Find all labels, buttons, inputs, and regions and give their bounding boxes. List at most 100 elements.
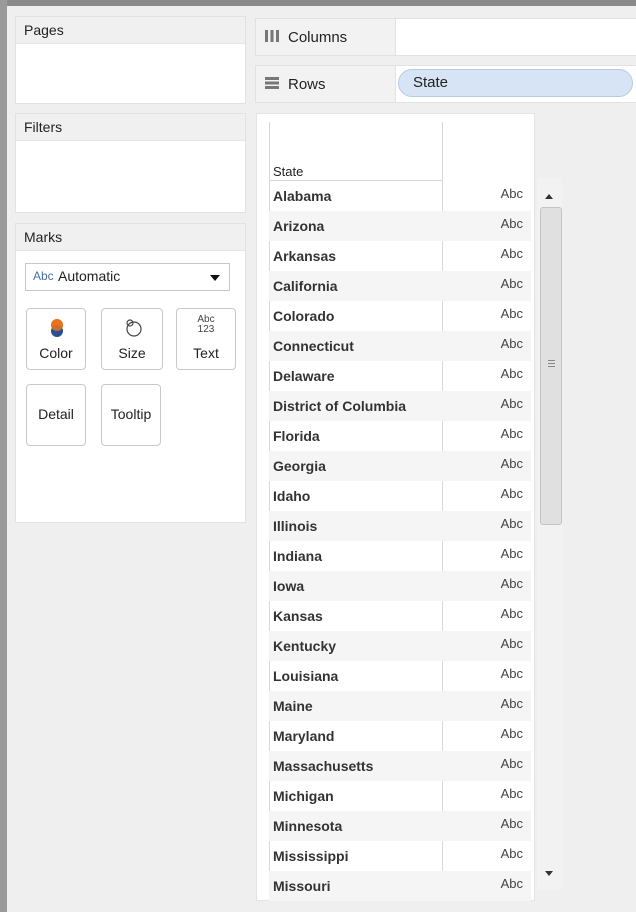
- row-value: Abc: [500, 486, 523, 501]
- marks-card: Marks Abc Automatic Color Size Abc 123 T…: [15, 223, 246, 523]
- table-row[interactable]: Colorado Abc: [269, 301, 531, 331]
- rows-shelf[interactable]: Rows State: [255, 65, 636, 103]
- detail-button[interactable]: Detail: [26, 384, 86, 446]
- state-name: Idaho: [273, 488, 311, 504]
- state-name: Illinois: [273, 518, 318, 534]
- scroll-down-arrow-icon[interactable]: [545, 871, 553, 876]
- row-value: Abc: [500, 186, 523, 201]
- table-row[interactable]: Maine Abc: [269, 691, 531, 721]
- state-name: Mississippi: [273, 848, 349, 864]
- columns-shelf[interactable]: Columns: [255, 18, 636, 56]
- state-name: Minnesota: [273, 818, 343, 834]
- text-button[interactable]: Abc 123 Text: [176, 308, 236, 370]
- row-value: Abc: [500, 696, 523, 711]
- color-button-label: Color: [39, 345, 73, 361]
- table-row[interactable]: Arizona Abc: [269, 211, 531, 241]
- rows-shelf-label-area: Rows: [256, 66, 396, 102]
- row-value: Abc: [500, 306, 523, 321]
- table-row[interactable]: Maryland Abc: [269, 721, 531, 751]
- text-icon-bottom: 123: [197, 324, 215, 335]
- window-top-border: [0, 0, 636, 6]
- row-value: Abc: [500, 636, 523, 651]
- table-row[interactable]: Michigan Abc: [269, 781, 531, 811]
- table-row[interactable]: Iowa Abc: [269, 571, 531, 601]
- text-icon: Abc 123: [177, 315, 235, 337]
- row-value: Abc: [500, 366, 523, 381]
- columns-shelf-label: Columns: [288, 29, 348, 46]
- table-row[interactable]: Connecticut Abc: [269, 331, 531, 361]
- row-value: Abc: [500, 216, 523, 231]
- filters-card-title: Filters: [16, 114, 245, 141]
- state-name: Kentucky: [273, 638, 337, 654]
- scroll-thumb[interactable]: [540, 207, 562, 525]
- mark-type-icon: Abc: [33, 269, 54, 283]
- table-row[interactable]: Louisiana Abc: [269, 661, 531, 691]
- state-name: Iowa: [273, 578, 305, 594]
- state-name: Maryland: [273, 728, 335, 744]
- pages-card[interactable]: Pages: [15, 16, 246, 104]
- state-name: Colorado: [273, 308, 335, 324]
- view-table: State Alabama Abc Arizona Abc Arkansas Abc Cal…: [256, 113, 535, 901]
- scroll-up-arrow-icon[interactable]: [545, 194, 553, 199]
- table-row[interactable]: Massachusetts Abc: [269, 751, 531, 781]
- size-button-label: Size: [118, 345, 146, 361]
- vertical-scrollbar[interactable]: [537, 178, 562, 890]
- table-row[interactable]: Kentucky Abc: [269, 631, 531, 661]
- mark-type-dropdown[interactable]: Abc Automatic: [25, 263, 230, 291]
- tooltip-button[interactable]: Tooltip: [101, 384, 161, 446]
- state-name: Arkansas: [273, 248, 337, 264]
- state-column-header[interactable]: State: [273, 164, 303, 179]
- table-row[interactable]: Missouri Abc: [269, 871, 531, 901]
- row-value: Abc: [500, 336, 523, 351]
- mark-type-label: Automatic: [58, 268, 121, 284]
- table-row[interactable]: Delaware Abc: [269, 361, 531, 391]
- row-value: Abc: [500, 846, 523, 861]
- state-name: Connecticut: [273, 338, 354, 354]
- filters-card[interactable]: Filters: [15, 113, 246, 213]
- rows-icon: [264, 76, 280, 90]
- columns-drop-area[interactable]: [396, 19, 636, 55]
- table-row[interactable]: Arkansas Abc: [269, 241, 531, 271]
- thumb-grip-line: [548, 360, 555, 361]
- state-name: Florida: [273, 428, 320, 444]
- tooltip-button-label: Tooltip: [110, 406, 152, 422]
- columns-shelf-label-area: Columns: [256, 19, 396, 55]
- row-value: Abc: [500, 786, 523, 801]
- text-button-label: Text: [193, 345, 219, 361]
- row-value: Abc: [500, 606, 523, 621]
- state-name: Maine: [273, 698, 313, 714]
- table-row[interactable]: Alabama Abc: [269, 181, 531, 211]
- table-row[interactable]: Kansas Abc: [269, 601, 531, 631]
- table-row[interactable]: Mississippi Abc: [269, 841, 531, 871]
- thumb-grip-line: [548, 366, 555, 367]
- table-row[interactable]: Minnesota Abc: [269, 811, 531, 841]
- row-value: Abc: [500, 816, 523, 831]
- row-value: Abc: [500, 546, 523, 561]
- table-row[interactable]: Florida Abc: [269, 421, 531, 451]
- table-row[interactable]: District of Columbia Abc: [269, 391, 531, 421]
- row-value: Abc: [500, 246, 523, 261]
- state-name: Massachusetts: [273, 758, 374, 774]
- table-row[interactable]: Illinois Abc: [269, 511, 531, 541]
- row-value: Abc: [500, 876, 523, 891]
- table-row[interactable]: Georgia Abc: [269, 451, 531, 481]
- state-name: Kansas: [273, 608, 323, 624]
- row-value: Abc: [500, 576, 523, 591]
- columns-icon: [264, 29, 280, 43]
- size-button[interactable]: Size: [101, 308, 163, 370]
- table-row[interactable]: Idaho Abc: [269, 481, 531, 511]
- row-value: Abc: [500, 666, 523, 681]
- state-name: Georgia: [273, 458, 326, 474]
- state-name: Louisiana: [273, 668, 339, 684]
- window-left-border: [0, 0, 7, 912]
- table-row[interactable]: Indiana Abc: [269, 541, 531, 571]
- state-name: California: [273, 278, 338, 294]
- table-row[interactable]: California Abc: [269, 271, 531, 301]
- color-icon: [27, 317, 85, 339]
- row-value: Abc: [500, 276, 523, 291]
- row-value: Abc: [500, 726, 523, 741]
- state-pill[interactable]: State: [398, 69, 633, 97]
- color-button[interactable]: Color: [26, 308, 86, 370]
- state-name: Michigan: [273, 788, 334, 804]
- size-icon: [102, 317, 162, 339]
